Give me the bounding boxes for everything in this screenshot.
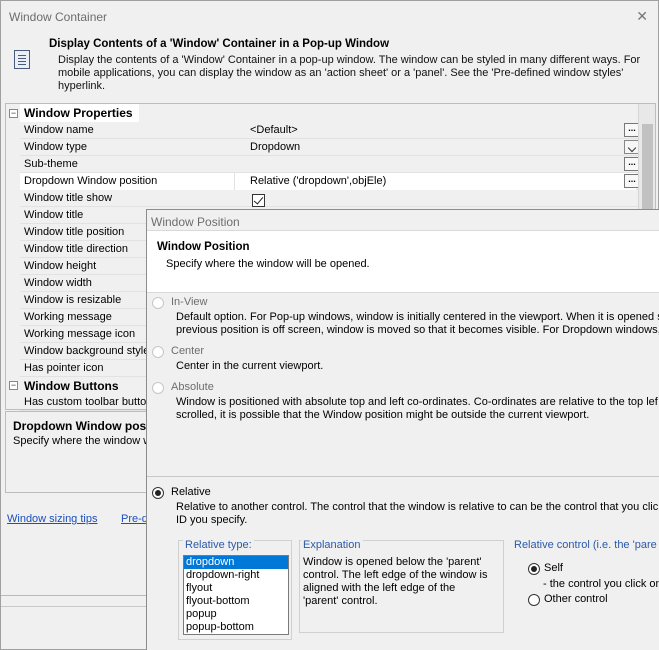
window-position-popup: Window Position Window Position Specify … xyxy=(146,209,659,650)
list-item[interactable]: popup xyxy=(184,608,288,621)
close-icon[interactable]: ✕ xyxy=(636,8,648,25)
radio-absolute[interactable] xyxy=(152,382,164,394)
relative-type-listbox[interactable]: dropdown dropdown-right flyout flyout-bo… xyxy=(183,555,289,635)
prop-row-dropdown-window-position[interactable]: Dropdown Window position Relative ('drop… xyxy=(20,173,640,190)
header-description: Display the contents of a 'Window' Conta… xyxy=(58,54,641,92)
dialog-title: Window Container xyxy=(9,10,108,24)
radio-relative[interactable] xyxy=(152,487,164,499)
list-item[interactable]: dropdown-right xyxy=(184,569,288,582)
list-item[interactable]: flyout-bottom xyxy=(184,595,288,608)
radio-self[interactable] xyxy=(528,563,540,575)
collapse-icon[interactable]: − xyxy=(9,109,18,118)
category-window-properties[interactable]: Window Properties xyxy=(20,104,640,122)
explanation-label: Explanation xyxy=(301,539,363,551)
explanation-text: Window is opened below the 'parent' cont… xyxy=(303,556,488,607)
window-sizing-tips-link[interactable]: Window sizing tips xyxy=(7,513,97,525)
relative-type-label: Relative type: xyxy=(183,539,254,551)
predefined-window-styles-link[interactable]: Pre-d xyxy=(121,513,148,525)
popup-title: Window Position xyxy=(151,215,240,229)
radio-in-view[interactable] xyxy=(152,297,164,309)
prop-row-sub-theme[interactable]: Sub-theme ... xyxy=(20,156,640,173)
radio-other-control[interactable] xyxy=(528,594,540,606)
list-item[interactable]: dropdown xyxy=(184,556,288,569)
prop-row-window-title-show[interactable]: Window title show xyxy=(20,190,640,207)
document-icon xyxy=(14,50,30,69)
popup-header: Window Position Specify where the window… xyxy=(147,230,659,293)
collapse-icon[interactable]: − xyxy=(9,381,18,390)
radio-center[interactable] xyxy=(152,346,164,358)
prop-row-window-name[interactable]: Window name <Default> ... xyxy=(20,122,640,139)
list-item[interactable]: popup-bottom xyxy=(184,621,288,634)
header-title: Display Contents of a 'Window' Container… xyxy=(49,38,390,50)
list-item[interactable]: flyout xyxy=(184,582,288,595)
prop-row-window-type[interactable]: Window type Dropdown xyxy=(20,139,640,156)
checkbox-checked[interactable] xyxy=(252,194,265,207)
relative-control-label: Relative control (i.e. the 'pare xyxy=(514,539,657,551)
